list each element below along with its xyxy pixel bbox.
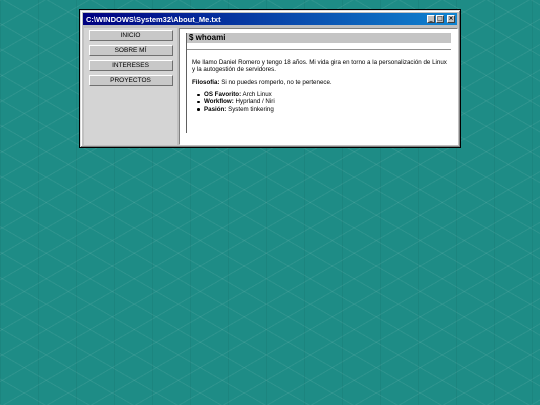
philosophy-text: Si no puedes romperlo, no te pertenece. [219,78,332,86]
facts-list: OS Favorito: Arch Linux Workflow: Hyprla… [187,91,451,113]
sidebar-nav: INICIO SOBRE MÍ INTERESES PROYECTOS [84,28,177,145]
fact-workflow: Workflow: Hyprland / Niri [197,98,451,106]
fact-workflow-value: Hyprland / Niri [233,98,275,106]
fact-passion-value: System tinkering [226,105,274,113]
fact-workflow-label: Workflow: [204,98,234,106]
nav-inicio-button[interactable]: INICIO [88,30,173,41]
maximize-button[interactable]: □ [436,15,444,23]
fact-passion-label: Pasión: [204,105,227,113]
window-titlebar[interactable]: C:\WINDOWS\System32\About_Me.txt _ □ × [83,13,457,25]
about-me-window: C:\WINDOWS\System32\About_Me.txt _ □ × I… [79,9,461,148]
fact-os: OS Favorito: Arch Linux [197,91,451,99]
content-body: $ whoami Me llamo Daniel Romero y tengo … [186,33,451,133]
heading-divider [187,49,451,50]
window-title: C:\WINDOWS\System32\About_Me.txt [86,14,221,24]
nav-proyectos-button[interactable]: PROYECTOS [88,75,173,86]
fact-passion: Pasión: System tinkering [197,105,451,113]
fact-os-value: Arch Linux [241,91,272,99]
content-pane: $ whoami Me llamo Daniel Romero y tengo … [179,28,458,145]
philosophy-label: Filosofía: [192,78,220,86]
fact-os-label: OS Favorito: [204,91,242,99]
nav-sobre-mi-button[interactable]: SOBRE MÍ [88,45,173,56]
intro-paragraph: Me llamo Daniel Romero y tengo 18 años. … [192,59,447,74]
philosophy-line: Filosofía: Si no puedes romperlo, no te … [187,79,451,86]
window-controls: _ □ × [427,15,455,23]
section-heading: $ whoami [187,33,451,43]
minimize-button[interactable]: _ [427,15,435,23]
close-button[interactable]: × [447,15,455,23]
nav-intereses-button[interactable]: INTERESES [88,60,173,71]
